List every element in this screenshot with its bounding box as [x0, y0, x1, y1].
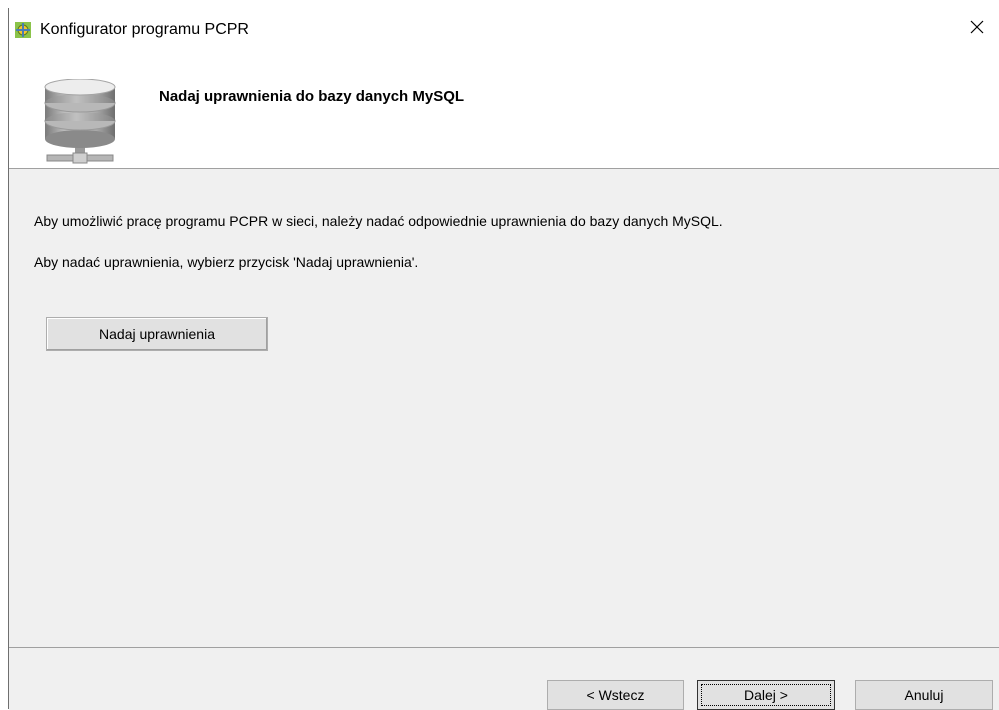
- next-button[interactable]: Dalej >: [697, 680, 835, 710]
- database-icon: [44, 79, 116, 164]
- window-title: Konfigurator programu PCPR: [40, 21, 249, 38]
- close-icon: [970, 20, 984, 34]
- grant-permissions-button[interactable]: Nadaj uprawnienia: [46, 317, 268, 351]
- page-title: Nadaj uprawnienia do bazy danych MySQL: [159, 88, 465, 105]
- info-text-1: Aby umożliwić pracę programu PCPR w siec…: [34, 213, 723, 229]
- close-button[interactable]: [954, 8, 999, 46]
- wizard-header: Nadaj uprawnienia do bazy danych MySQL: [9, 46, 999, 169]
- info-text-2: Aby nadać uprawnienia, wybierz przycisk …: [34, 254, 419, 270]
- wizard-content: Aby umożliwić pracę programu PCPR w siec…: [9, 169, 999, 647]
- focus-rectangle: [701, 684, 831, 706]
- title-bar: Konfigurator programu PCPR: [9, 8, 999, 46]
- back-button[interactable]: < Wstecz: [547, 680, 684, 710]
- app-icon: [15, 22, 31, 38]
- cancel-button[interactable]: Anuluj: [855, 680, 993, 710]
- wizard-footer: < Wstecz Dalej > Anuluj: [9, 647, 999, 710]
- configurator-window: Konfigurator programu PCPR Nadaj uprawni…: [8, 8, 999, 710]
